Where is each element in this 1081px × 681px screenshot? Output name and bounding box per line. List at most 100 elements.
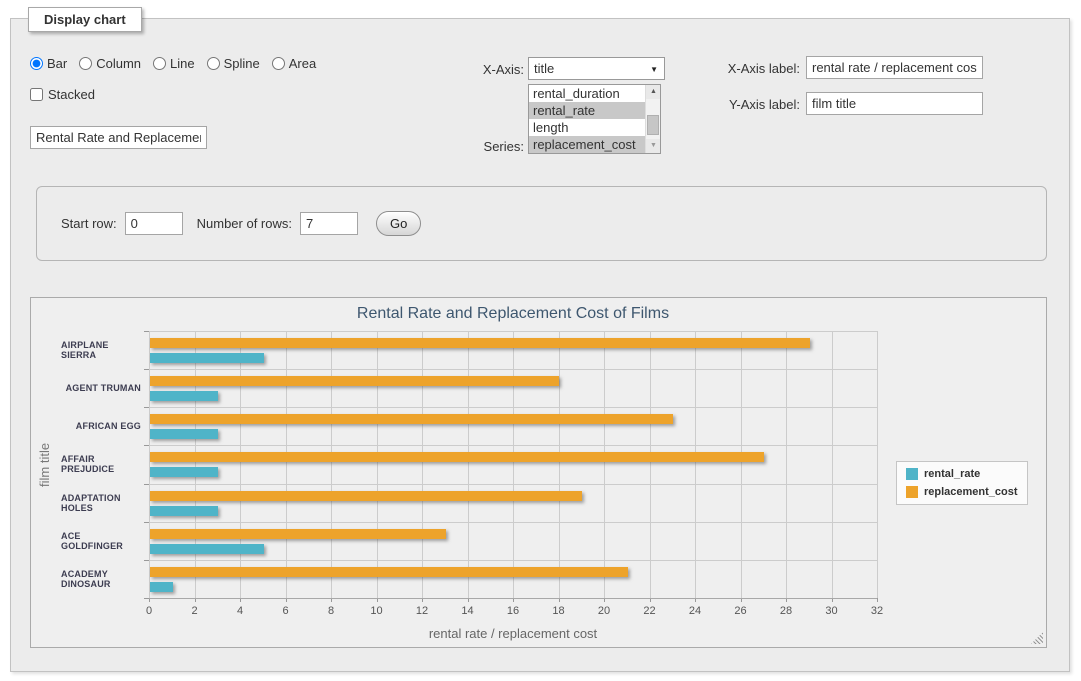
radio-input-column[interactable]	[79, 57, 92, 70]
series-option-replacement_cost[interactable]: replacement_cost	[529, 136, 645, 153]
x-axis-selected-value: title	[534, 61, 554, 76]
series-option-rental_duration[interactable]: rental_duration	[529, 85, 645, 102]
series-option-rental_rate[interactable]: rental_rate	[529, 102, 645, 119]
x-axis-title: rental rate / replacement cost	[149, 626, 877, 641]
chart-title-input[interactable]	[30, 126, 207, 149]
x-tick-label: 6	[271, 605, 301, 617]
chart-container: Rental Rate and Replacement Cost of Film…	[30, 297, 1047, 648]
radio-label: Spline	[224, 56, 260, 71]
stacked-checkbox[interactable]	[30, 88, 43, 101]
bar-rental-rate[interactable]	[150, 506, 218, 516]
category-label: AFRICAN EGG	[61, 407, 141, 445]
x-tick-label: 28	[771, 605, 801, 617]
legend-label: replacement_cost	[924, 486, 1018, 498]
bar-replacement-cost[interactable]	[150, 452, 764, 462]
bar-replacement-cost[interactable]	[150, 491, 582, 501]
y-axis-tick	[144, 445, 149, 446]
series-scrollbar[interactable]: ▲ ▼	[645, 85, 660, 153]
bar-rental-rate[interactable]	[150, 467, 218, 477]
bar-rental-rate[interactable]	[150, 429, 218, 439]
y-axis-tick	[144, 484, 149, 485]
y-axis-label-input[interactable]	[806, 92, 983, 115]
vertical-gridline	[240, 331, 241, 598]
start-row-label: Start row:	[61, 216, 117, 231]
vertical-gridline	[468, 331, 469, 598]
radio-label: Area	[289, 56, 316, 71]
num-rows-input[interactable]	[300, 212, 358, 235]
x-tick-label: 24	[680, 605, 710, 617]
category-label: AIRPLANE SIERRA	[61, 331, 141, 369]
vertical-gridline	[331, 331, 332, 598]
bar-replacement-cost[interactable]	[150, 338, 810, 348]
radio-column[interactable]: Column	[79, 56, 141, 71]
stacked-label: Stacked	[48, 87, 95, 102]
legend-item-rental_rate[interactable]: rental_rate	[906, 468, 1018, 480]
radio-input-line[interactable]	[153, 57, 166, 70]
vertical-gridline	[513, 331, 514, 598]
y-axis-tick	[144, 369, 149, 370]
legend-item-replacement_cost[interactable]: replacement_cost	[906, 486, 1018, 498]
bar-rental-rate[interactable]	[150, 582, 173, 592]
bar-replacement-cost[interactable]	[150, 529, 446, 539]
bar-replacement-cost[interactable]	[150, 414, 673, 424]
x-tick-label: 16	[498, 605, 528, 617]
x-tick-label: 26	[726, 605, 756, 617]
resize-handle-icon[interactable]	[1031, 632, 1043, 644]
horizontal-gridline	[149, 560, 877, 561]
chart-legend: rental_rate replacement_cost	[896, 461, 1028, 505]
radio-input-bar[interactable]	[30, 57, 43, 70]
num-rows-label: Number of rows:	[197, 216, 292, 231]
select-dropdown-arrow-icon: ▼	[650, 65, 658, 74]
vertical-gridline	[604, 331, 605, 598]
x-axis-line	[149, 598, 877, 599]
radio-input-spline[interactable]	[207, 57, 220, 70]
fieldset-legend-title: Display chart	[28, 7, 142, 32]
x-tick-label: 8	[316, 605, 346, 617]
y-axis-title: film title	[37, 331, 52, 598]
bar-rental-rate[interactable]	[150, 391, 218, 401]
row-range-panel: Start row: Number of rows: Go	[36, 186, 1047, 261]
bar-rental-rate[interactable]	[150, 353, 264, 363]
chart-title: Rental Rate and Replacement Cost of Film…	[149, 305, 877, 323]
radio-spline[interactable]: Spline	[207, 56, 260, 71]
x-tick-label: 18	[544, 605, 574, 617]
vertical-gridline	[786, 331, 787, 598]
y-axis-tick	[144, 560, 149, 561]
legend-swatch-replacement_cost	[906, 486, 918, 498]
radio-bar[interactable]: Bar	[30, 56, 67, 71]
series-option-length[interactable]: length	[529, 119, 645, 136]
vertical-gridline	[377, 331, 378, 598]
horizontal-gridline	[149, 445, 877, 446]
radio-input-area[interactable]	[272, 57, 285, 70]
bar-replacement-cost[interactable]	[150, 567, 628, 577]
radio-label: Line	[170, 56, 195, 71]
x-axis-label-input[interactable]	[806, 56, 983, 79]
x-axis-label-label: X-Axis label:	[712, 61, 800, 76]
x-tick-label: 4	[225, 605, 255, 617]
x-axis-select-label: X-Axis:	[430, 62, 524, 77]
category-label: AFFAIR PREJUDICE	[61, 445, 141, 483]
x-tick-label: 30	[817, 605, 847, 617]
legend-label: rental_rate	[924, 468, 980, 480]
category-label: ADAPTATION HOLES	[61, 484, 141, 522]
bar-replacement-cost[interactable]	[150, 376, 559, 386]
horizontal-gridline	[149, 331, 877, 332]
radio-line[interactable]: Line	[153, 56, 195, 71]
bar-rental-rate[interactable]	[150, 544, 264, 554]
x-tick-label: 0	[134, 605, 164, 617]
series-multiselect[interactable]: rental_durationrental_ratelengthreplacem…	[528, 84, 661, 154]
radio-label: Bar	[47, 56, 67, 71]
stacked-checkbox-row[interactable]: Stacked	[30, 87, 95, 102]
series-select-label: Series:	[430, 139, 524, 154]
category-label: AGENT TRUMAN	[61, 369, 141, 407]
x-axis-select[interactable]: title ▼	[528, 57, 665, 80]
radio-area[interactable]: Area	[272, 56, 316, 71]
vertical-gridline	[559, 331, 560, 598]
scroll-down-icon[interactable]: ▼	[646, 139, 661, 153]
go-button[interactable]: Go	[376, 211, 421, 236]
x-tick-label: 22	[635, 605, 665, 617]
scrollbar-thumb[interactable]	[647, 115, 659, 135]
start-row-input[interactable]	[125, 212, 183, 235]
vertical-gridline	[149, 331, 150, 598]
scroll-up-icon[interactable]: ▲	[646, 85, 661, 99]
